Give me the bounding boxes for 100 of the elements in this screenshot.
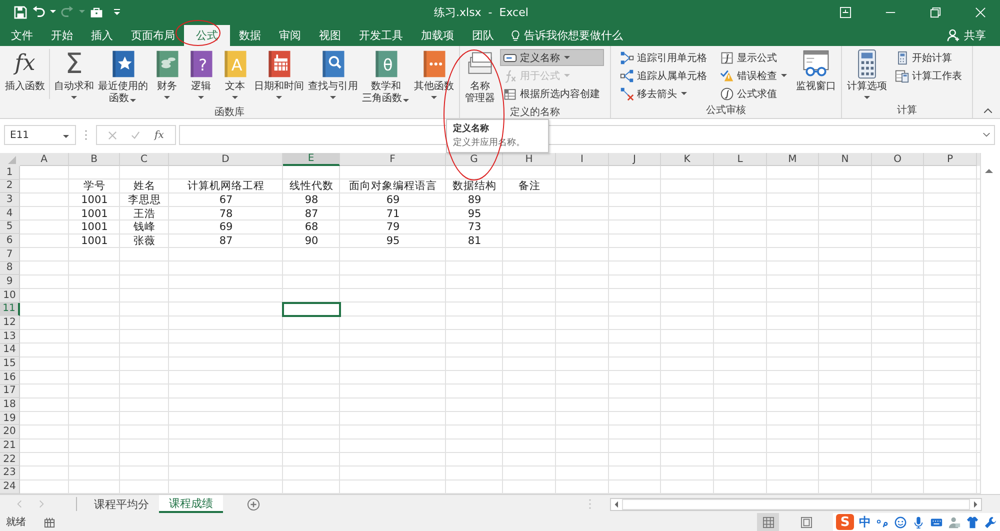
ribbon-tab[interactable]: 视图 xyxy=(310,25,350,46)
ribbon-tab[interactable]: 团队 xyxy=(463,25,503,46)
ribbon-button[interactable]: 显示公式 xyxy=(717,49,791,66)
row-header[interactable]: 9 xyxy=(0,275,20,289)
row-header[interactable]: 17 xyxy=(0,384,20,398)
ribbon-tab[interactable]: 开发工具 xyxy=(350,25,412,46)
wrench-icon[interactable] xyxy=(984,516,997,528)
sheet-tab[interactable]: 课程平均分 xyxy=(84,495,159,513)
scroll-right-icon[interactable] xyxy=(974,500,978,508)
normal-view-button[interactable] xyxy=(757,513,779,531)
ribbon-button[interactable]: 移去箭头 xyxy=(617,85,711,102)
row-header[interactable]: 11 xyxy=(0,302,20,316)
row-header[interactable]: 20 xyxy=(0,425,20,440)
ribbon-button[interactable]: 日期和时间 xyxy=(252,49,306,100)
column-header[interactable]: D xyxy=(169,153,283,166)
horizontal-scrollbar[interactable] xyxy=(610,498,982,510)
ribbon-button[interactable]: 定义名称 xyxy=(500,49,604,66)
ribbon-button[interactable]: 追踪从属单元格 xyxy=(617,67,711,84)
ribbon-button[interactable]: Σ 自动求和 xyxy=(52,49,96,100)
row-header[interactable]: 1 xyxy=(0,166,20,180)
selected-cell[interactable] xyxy=(283,302,340,316)
shirt-icon[interactable] xyxy=(966,516,979,528)
ribbon-button[interactable]: A 文本 xyxy=(218,49,252,100)
column-header[interactable]: L xyxy=(714,153,767,166)
row-header[interactable]: 15 xyxy=(0,357,20,371)
ribbon-button[interactable]: 名称 管理器 xyxy=(463,49,497,105)
row-header[interactable]: 22 xyxy=(0,452,20,466)
scroll-up-icon[interactable] xyxy=(985,168,993,173)
ribbon-button[interactable]: fx 插入函数 xyxy=(3,49,50,99)
caret-icon[interactable] xyxy=(50,10,56,14)
undo-icon[interactable] xyxy=(32,6,45,18)
name-box[interactable]: E11 xyxy=(4,125,76,145)
save-icon[interactable] xyxy=(14,6,27,18)
ribbon-tab[interactable]: 数据 xyxy=(230,25,270,46)
expand-icon[interactable] xyxy=(983,133,990,137)
ribbon-button[interactable]: 监视窗口 xyxy=(794,49,838,93)
row-header[interactable]: 5 xyxy=(0,220,20,234)
ribbon-tab[interactable]: 插入 xyxy=(82,25,122,46)
column-header[interactable]: E xyxy=(283,153,340,166)
column-header[interactable]: J xyxy=(609,153,661,166)
smiley-icon[interactable] xyxy=(894,516,907,528)
ribbon-button[interactable]: 查找与引用 xyxy=(306,49,360,100)
column-header[interactable]: A xyxy=(20,153,69,166)
column-header[interactable]: K xyxy=(661,153,714,166)
ribbon-button[interactable]: 错误检查 xyxy=(717,67,791,84)
ribbon-button[interactable]: 财务 xyxy=(150,49,184,100)
row-header[interactable]: 4 xyxy=(0,206,20,221)
ribbon-display-icon[interactable] xyxy=(840,6,851,18)
customize-caret-icon[interactable] xyxy=(114,9,120,15)
column-header[interactable]: B xyxy=(69,153,120,166)
tell-me-field[interactable]: 告诉我你想要做什么 xyxy=(511,25,634,46)
row-header[interactable]: 12 xyxy=(0,316,20,330)
row-header[interactable]: 3 xyxy=(0,193,20,207)
ribbon-button[interactable]: ? 逻辑 xyxy=(184,49,218,100)
column-header[interactable]: F xyxy=(340,153,446,166)
restore-icon[interactable] xyxy=(930,6,941,18)
column-header[interactable]: O xyxy=(872,153,924,166)
row-header[interactable]: 10 xyxy=(0,288,20,303)
row-header[interactable]: 23 xyxy=(0,466,20,480)
ribbon-button[interactable]: 追踪引用单元格 xyxy=(617,49,711,66)
row-header[interactable]: 13 xyxy=(0,330,20,344)
collapse-ribbon-icon[interactable] xyxy=(984,108,992,113)
ribbon-button[interactable]: 最近使用的 函数 xyxy=(96,49,150,105)
ribbon-button[interactable]: 公式求值 xyxy=(717,85,791,102)
column-header[interactable]: N xyxy=(819,153,872,166)
macro-record-icon[interactable] xyxy=(44,516,55,528)
column-header[interactable]: M xyxy=(767,153,819,166)
ribbon-button[interactable]: θ 数学和 三角函数 xyxy=(360,49,412,105)
scroll-left-icon[interactable] xyxy=(614,500,618,508)
ribbon-tab[interactable]: 开始 xyxy=(42,25,82,46)
column-header[interactable]: I xyxy=(556,153,609,166)
row-header[interactable]: 7 xyxy=(0,248,20,262)
row-header[interactable]: 16 xyxy=(0,370,20,384)
sheet-tab[interactable]: 课程成绩 xyxy=(159,495,223,513)
ribbon-tab[interactable]: 页面布局 xyxy=(122,25,184,46)
ribbon-tab[interactable]: 加载项 xyxy=(412,25,463,46)
row-header[interactable]: 6 xyxy=(0,234,20,248)
ribbon-button[interactable]: 根据所选内容创建 xyxy=(500,85,604,102)
row-header[interactable]: 24 xyxy=(0,480,20,494)
drag-handle-icon[interactable] xyxy=(85,130,87,140)
row-header[interactable]: 14 xyxy=(0,344,20,358)
check-icon[interactable] xyxy=(131,130,140,140)
ribbon-button[interactable]: 开始计算 xyxy=(892,49,966,66)
ribbon-button[interactable]: 计算工作表 xyxy=(892,67,966,84)
row-header[interactable]: 21 xyxy=(0,439,20,453)
row-header[interactable]: 19 xyxy=(0,412,20,426)
microphone-icon[interactable] xyxy=(912,516,925,528)
share-button[interactable]: 共享 xyxy=(947,25,1000,46)
ribbon-button[interactable]: 计算选项 xyxy=(845,49,889,100)
row-header[interactable]: 8 xyxy=(0,262,20,276)
column-header[interactable]: C xyxy=(120,153,169,166)
close-icon[interactable] xyxy=(975,6,986,18)
briefcase-icon[interactable] xyxy=(90,6,103,18)
input-mode-toggle[interactable]: 中 xyxy=(859,514,871,530)
row-header[interactable]: 18 xyxy=(0,398,20,412)
add-sheet-icon[interactable] xyxy=(247,498,260,510)
ribbon-tab[interactable]: 文件 xyxy=(2,25,42,46)
ribbon-tab[interactable]: 审阅 xyxy=(270,25,310,46)
scroll-thumb[interactable] xyxy=(622,498,970,510)
column-header[interactable]: P xyxy=(924,153,977,166)
